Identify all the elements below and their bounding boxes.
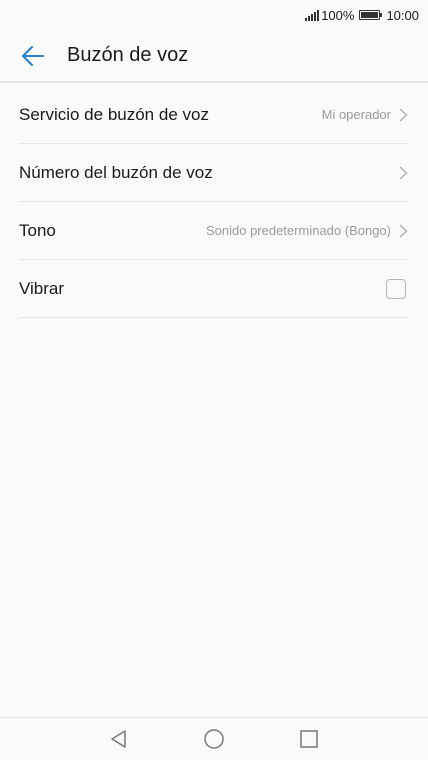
setting-right: Mi operador [322, 107, 408, 122]
chevron-right-icon [399, 165, 408, 180]
setting-vibrate[interactable]: Vibrar [19, 260, 408, 318]
chevron-right-icon [399, 107, 408, 122]
nav-recent-button[interactable] [298, 728, 320, 750]
nav-home-button[interactable] [203, 728, 225, 750]
setting-label: Servicio de buzón de voz [19, 104, 209, 124]
square-recent-icon [300, 730, 318, 748]
settings-list: Servicio de buzón de voz Mi operador Núm… [19, 86, 408, 318]
setting-voicemail-service[interactable]: Servicio de buzón de voz Mi operador [19, 86, 408, 144]
setting-value: Mi operador [321, 107, 391, 122]
chevron-right-icon [399, 223, 408, 238]
setting-voicemail-number[interactable]: Número del buzón de voz [19, 144, 408, 202]
navigation-bar [0, 717, 428, 760]
setting-value: Sonido predeterminado (Bongo) [205, 223, 391, 238]
nav-back-button[interactable] [108, 728, 130, 750]
status-time: 10:00 [386, 7, 419, 23]
setting-right [391, 165, 408, 180]
battery-percent: 100% [321, 7, 355, 23]
triangle-back-icon [111, 730, 126, 748]
page-title: Buzón de voz [67, 44, 189, 66]
app-bar: Buzón de voz [0, 30, 428, 83]
arrow-left-icon [22, 45, 44, 66]
setting-label: Tono [19, 220, 56, 240]
setting-ringtone[interactable]: Tono Sonido predeterminado (Bongo) [19, 202, 408, 260]
setting-label: Vibrar [19, 278, 65, 298]
signal-icon [305, 9, 320, 21]
battery-icon [359, 10, 383, 20]
setting-right: Sonido predeterminado (Bongo) [206, 223, 408, 238]
setting-label: Número del buzón de voz [19, 162, 213, 182]
vibrate-checkbox[interactable] [386, 278, 406, 299]
circle-home-icon [204, 729, 224, 749]
back-button[interactable] [18, 41, 48, 71]
status-bar: 100% 10:00 [0, 0, 428, 30]
